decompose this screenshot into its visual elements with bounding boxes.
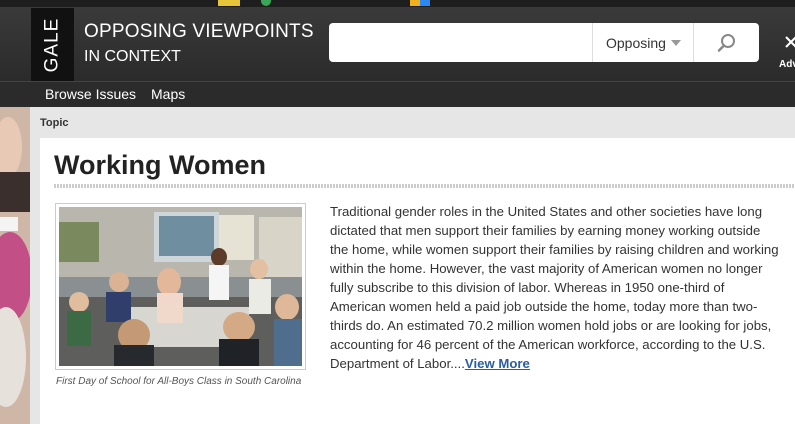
bookmark-icon[interactable] xyxy=(218,0,240,6)
search-scope-select[interactable]: Opposing xyxy=(592,23,692,62)
side-image-fragment xyxy=(0,107,30,424)
site-header: GALE OPPOSING VIEWPOINTS IN CONTEXT Oppo… xyxy=(0,7,795,81)
search-bar: Opposing xyxy=(329,23,759,62)
title-divider xyxy=(54,184,795,188)
advanced-search-icon[interactable] xyxy=(784,35,795,54)
nav-maps[interactable]: Maps xyxy=(151,86,185,102)
advanced-search-label[interactable]: Adv xyxy=(779,59,795,70)
gale-logo[interactable]: GALE xyxy=(31,8,74,81)
search-scope-value: Opposing xyxy=(606,34,666,51)
main-nav: Browse Issues Maps xyxy=(0,81,795,107)
image-caption: First Day of School for All-Boys Class i… xyxy=(56,376,302,387)
topic-summary: Traditional gender roles in the United S… xyxy=(330,202,780,373)
product-title[interactable]: OPPOSING VIEWPOINTS xyxy=(84,21,314,43)
classroom-photo xyxy=(59,207,302,366)
breadcrumb: Topic xyxy=(40,117,69,129)
bookmark-icon[interactable] xyxy=(410,0,430,6)
search-input[interactable] xyxy=(335,27,589,58)
logo-text: GALE xyxy=(41,17,63,72)
bookmark-icon[interactable] xyxy=(261,0,271,6)
view-more-link[interactable]: View More xyxy=(465,356,530,371)
browser-bookmarks-strip xyxy=(0,0,795,7)
page-title: Working Women xyxy=(54,150,267,180)
search-icon xyxy=(717,33,735,52)
topic-image[interactable] xyxy=(55,203,306,370)
chevron-down-icon xyxy=(670,39,681,46)
summary-text: Traditional gender roles in the United S… xyxy=(330,204,779,371)
nav-browse-issues[interactable]: Browse Issues xyxy=(45,86,136,102)
search-button[interactable] xyxy=(693,23,759,62)
product-subtitle[interactable]: IN CONTEXT xyxy=(84,48,181,66)
